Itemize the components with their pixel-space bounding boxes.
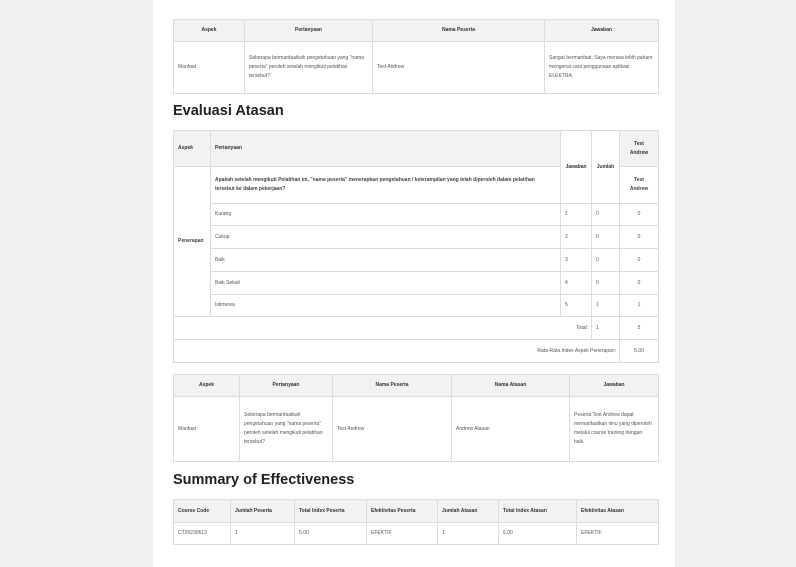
option-score: 0 xyxy=(619,248,659,272)
header-nama-atasan: Nama Atasan xyxy=(451,374,570,397)
total-jumlah: 1 xyxy=(591,316,620,340)
header-pertanyaan: Pertanyaan xyxy=(244,19,373,42)
header-pertanyaan: Pertanyaan xyxy=(210,130,561,167)
table-row: Baik 3 0 0 xyxy=(174,248,659,272)
total-label: Total: xyxy=(173,316,592,340)
summary-table: Course Code Jumlah Peserta Total Index P… xyxy=(173,499,659,545)
summary-table-container: Course Code Jumlah Peserta Total Index P… xyxy=(173,499,659,545)
table-row: Istimewa 5 1 1 xyxy=(174,294,659,317)
header-total-index-peserta: Total Index Peserta xyxy=(294,499,367,523)
header-nama-peserta: Nama Peserta xyxy=(372,19,545,42)
option-jawaban: 2 xyxy=(560,225,592,249)
section-title-evaluasi-atasan: Evaluasi Atasan xyxy=(173,103,284,119)
option-score: 0 xyxy=(619,225,659,249)
option-jawaban: 5 xyxy=(560,294,592,317)
cell-jumlah-atasan: 1 xyxy=(437,522,499,545)
option-label: Cukup xyxy=(210,225,561,249)
cell-aspek-penerapan: Penerapan xyxy=(173,166,211,317)
option-label: Baik xyxy=(210,248,561,272)
header-jawaban: Jawaban xyxy=(569,374,659,397)
cell-nama-peserta: Test Andrew xyxy=(372,41,545,94)
header-pertanyaan: Pertanyaan xyxy=(239,374,333,397)
header-jawaban: Jawaban xyxy=(544,19,659,42)
cell-pertanyaan: Seberapa bermanfaatkah pengetahuan yang … xyxy=(244,41,373,94)
average-value: 5.00 xyxy=(619,339,659,363)
option-jumlah: 1 xyxy=(591,294,620,317)
option-jumlah: 0 xyxy=(591,271,620,295)
cell-efektivitas-peserta: EFEKTIF xyxy=(366,522,438,545)
table-row: Manfaat Seberapa bermanfaatkah pengetahu… xyxy=(173,41,659,94)
total-row: Total: 1 5 xyxy=(173,316,659,340)
option-jawaban: 3 xyxy=(560,248,592,272)
option-label: Istimewa xyxy=(210,294,561,317)
option-score: 1 xyxy=(619,294,659,317)
cell-jumlah-peserta: 1 xyxy=(230,522,295,545)
header-aspek: Aspek xyxy=(173,130,211,167)
option-score: 0 xyxy=(619,203,659,226)
cell-aspek: Manfaat xyxy=(173,396,240,462)
table-row: Kurang 1 0 0 xyxy=(174,203,659,226)
header-jumlah-peserta: Jumlah Peserta xyxy=(230,499,295,523)
cell-total-index-peserta: 5.00 xyxy=(294,522,367,545)
total-score: 5 xyxy=(619,316,659,340)
header-nama-peserta: Nama Peserta xyxy=(332,374,452,397)
table-row: Baik Sekali 4 0 0 xyxy=(174,271,659,295)
evaluasi-atasan-table: Aspek Pertanyaan Jawaban Jumlah Test And… xyxy=(173,130,659,363)
cell-total-index-atasan: 5.00 xyxy=(498,522,577,545)
cell-pertanyaan: Seberapa bermanfaatkah pengetahuan yang … xyxy=(239,396,333,462)
option-jumlah: 0 xyxy=(591,203,620,226)
option-label: Kurang xyxy=(210,203,561,226)
option-jawaban: 1 xyxy=(560,203,592,226)
peserta-answer-table: Aspek Pertanyaan Nama Peserta Jawaban Ma… xyxy=(173,19,659,94)
cell-jawaban: Sangat bermanfaat. Saya merasa lebih pah… xyxy=(544,41,659,94)
cell-course-code: CT20230613 xyxy=(173,522,231,545)
cell-nama-atasan: Andrew Atasan xyxy=(451,396,570,462)
average-row: Rata-Rata Index Aspek Penerapan: 5.00 xyxy=(173,339,659,363)
table-row: Manfaat Seberapa bermanfaatkah pengetahu… xyxy=(173,396,659,462)
header-aspek: Aspek xyxy=(173,374,240,397)
header-jawaban: Jawaban xyxy=(560,130,592,204)
header-person-2: Test Andrew xyxy=(619,166,659,204)
header-aspek: Aspek xyxy=(173,19,245,42)
option-label: Baik Sekali xyxy=(210,271,561,295)
section-title-summary: Summary of Effectiveness xyxy=(173,472,355,488)
header-total-index-atasan: Total Index Atasan xyxy=(498,499,577,523)
table-row: CT20230613 1 5.00 EFEKTIF 1 5.00 EFEKTIF xyxy=(173,522,659,545)
atasan-answer-table: Aspek Pertanyaan Nama Peserta Nama Atasa… xyxy=(173,374,659,462)
option-jawaban: 4 xyxy=(560,271,592,295)
cell-aspek: Manfaat xyxy=(173,41,245,94)
report-page: Aspek Pertanyaan Nama Peserta Jawaban Ma… xyxy=(153,0,675,567)
header-efektivitas-atasan: Efektivitas Atasan xyxy=(576,499,659,523)
average-label: Rata-Rata Index Aspek Penerapan: xyxy=(173,339,620,363)
atasan-answer-table-container: Aspek Pertanyaan Nama Peserta Nama Atasa… xyxy=(173,374,659,462)
question-text: Apakah setelah mengikuti Pelatihan ini, … xyxy=(210,166,561,204)
header-course-code: Course Code xyxy=(173,499,231,523)
header-jumlah: Jumlah xyxy=(591,130,620,204)
peserta-answer-table-container: Aspek Pertanyaan Nama Peserta Jawaban Ma… xyxy=(173,19,659,94)
cell-nama-peserta: Test Andrew xyxy=(332,396,452,462)
option-jumlah: 0 xyxy=(591,248,620,272)
option-score: 0 xyxy=(619,271,659,295)
header-person: Test Andrew xyxy=(619,130,659,167)
header-efektivitas-peserta: Efektivitas Peserta xyxy=(366,499,438,523)
option-jumlah: 0 xyxy=(591,225,620,249)
cell-jawaban: Peserta Test Andrew dapat memanfaatkan i… xyxy=(569,396,659,462)
table-row: Cukup 2 0 0 xyxy=(174,225,659,249)
header-jumlah-atasan: Jumlah Atasan xyxy=(437,499,499,523)
cell-efektivitas-atasan: EFEKTIF xyxy=(576,522,659,545)
evaluasi-atasan-table-container: Aspek Pertanyaan Jawaban Jumlah Test And… xyxy=(173,130,659,363)
